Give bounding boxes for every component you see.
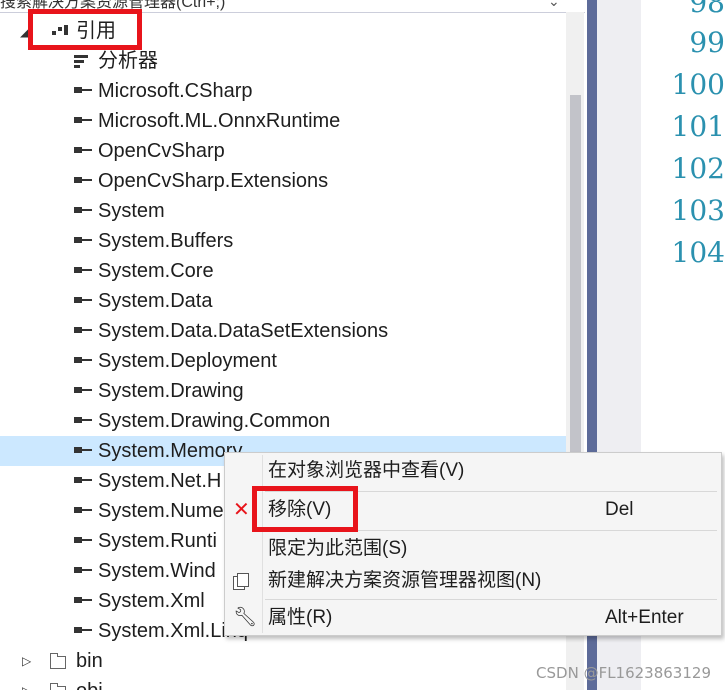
reference-item[interactable]: System.Deployment <box>0 346 566 376</box>
reference-item[interactable]: OpenCvSharp <box>0 136 566 166</box>
reference-label: System.Core <box>98 260 214 282</box>
folder-label: obj <box>76 676 103 690</box>
line-number: 100 <box>671 68 725 101</box>
assembly-icon <box>74 447 92 453</box>
line-number: 98 <box>689 0 725 19</box>
reference-item[interactable]: Microsoft.CSharp <box>0 76 566 106</box>
line-number: 103 <box>671 194 725 227</box>
tree-node-analyzers[interactable]: 分析器 <box>0 46 566 76</box>
reference-item[interactable]: System <box>0 196 566 226</box>
folder-label: bin <box>76 650 103 672</box>
assembly-icon <box>74 207 92 213</box>
assembly-icon <box>74 147 92 153</box>
reference-item[interactable]: System.Drawing <box>0 376 566 406</box>
reference-label: System.Data.DataSetExtensions <box>98 320 389 342</box>
line-number: 102 <box>671 152 725 185</box>
analyzers-label: 分析器 <box>98 50 158 72</box>
line-number: 101 <box>671 110 725 143</box>
reference-item[interactable]: System.Drawing.Common <box>0 406 566 436</box>
menu-item-label: 在对象浏览器中查看(V) <box>268 460 465 481</box>
reference-label: System.Runti <box>98 530 217 552</box>
menu-separator <box>265 599 717 600</box>
reference-item[interactable]: System.Data <box>0 286 566 316</box>
reference-item[interactable]: System.Buffers <box>0 226 566 256</box>
tree-node-obj[interactable]: ▷ obj <box>0 676 566 690</box>
reference-label: System.Drawing.Common <box>98 410 331 432</box>
menu-item-label: 新建解决方案资源管理器视图(N) <box>268 570 542 591</box>
line-number: 99 <box>689 26 725 59</box>
reference-label: System.Buffers <box>98 230 234 252</box>
menu-item-properties[interactable]: 🔧︎ 属性(R) Alt+Enter <box>225 601 721 635</box>
assembly-icon <box>74 357 92 363</box>
context-menu: 在对象浏览器中查看(V) ✕ 移除(V) Del 限定为此范围(S) 新建解决方… <box>224 452 722 636</box>
assembly-icon <box>74 597 92 603</box>
assembly-icon <box>74 297 92 303</box>
menu-item-label: 限定为此范围(S) <box>268 538 408 559</box>
reference-label: System.Net.H <box>98 470 222 492</box>
assembly-icon <box>74 237 92 243</box>
assembly-icon <box>74 87 92 93</box>
menu-item-scope-to-this[interactable]: 限定为此范围(S) <box>225 532 721 566</box>
folder-icon <box>50 683 66 690</box>
analyzer-icon <box>74 55 90 68</box>
reference-label: System.Data <box>98 290 213 312</box>
assembly-icon <box>74 507 92 513</box>
reference-label: OpenCvSharp.Extensions <box>98 170 329 192</box>
reference-item[interactable]: OpenCvSharp.Extensions <box>0 166 566 196</box>
expand-arrow-icon[interactable]: ▷ <box>22 676 31 690</box>
menu-item-view-in-object-browser[interactable]: 在对象浏览器中查看(V) <box>225 454 721 488</box>
reference-label: OpenCvSharp <box>98 140 225 162</box>
assembly-icon <box>74 567 92 573</box>
menu-item-label: 属性(R) <box>268 607 333 628</box>
reference-label: System.Deployment <box>98 350 277 372</box>
remove-x-icon: ✕ <box>233 499 250 521</box>
assembly-icon <box>74 177 92 183</box>
highlight-box-references <box>28 9 142 50</box>
assembly-icon <box>74 417 92 423</box>
new-view-icon <box>233 573 249 590</box>
assembly-icon <box>74 537 92 543</box>
reference-label: System.Nume <box>98 500 224 522</box>
reference-item[interactable]: System.Data.DataSetExtensions <box>0 316 566 346</box>
menu-item-shortcut: Alt+Enter <box>605 607 684 628</box>
menu-item-shortcut: Del <box>605 499 634 520</box>
folder-icon <box>50 653 66 669</box>
chevron-down-icon[interactable]: ⌄ <box>548 0 560 12</box>
reference-label: Microsoft.ML.OnnxRuntime <box>98 110 341 132</box>
reference-label: System <box>98 200 165 222</box>
reference-label: System.Drawing <box>98 380 244 402</box>
highlight-box-remove <box>252 486 358 532</box>
menu-item-new-explorer-view[interactable]: 新建解决方案资源管理器视图(N) <box>225 564 721 598</box>
assembly-icon <box>74 117 92 123</box>
assembly-icon <box>74 387 92 393</box>
assembly-icon <box>74 477 92 483</box>
assembly-icon <box>74 627 92 633</box>
watermark: CSDN @FL1623863129 <box>536 664 711 682</box>
reference-label: Microsoft.CSharp <box>98 80 253 102</box>
reference-item[interactable]: Microsoft.ML.OnnxRuntime <box>0 106 566 136</box>
wrench-icon: 🔧︎ <box>233 607 258 628</box>
reference-label: System.Wind <box>98 560 216 582</box>
line-number: 104 <box>671 236 725 269</box>
reference-label: System.Memory <box>98 440 243 462</box>
reference-label: System.Xml <box>98 590 205 612</box>
tree-node-bin[interactable]: ▷ bin <box>0 646 566 676</box>
assembly-icon <box>74 327 92 333</box>
reference-item[interactable]: System.Core <box>0 256 566 286</box>
expand-arrow-icon[interactable]: ▷ <box>22 646 31 676</box>
assembly-icon <box>74 267 92 273</box>
